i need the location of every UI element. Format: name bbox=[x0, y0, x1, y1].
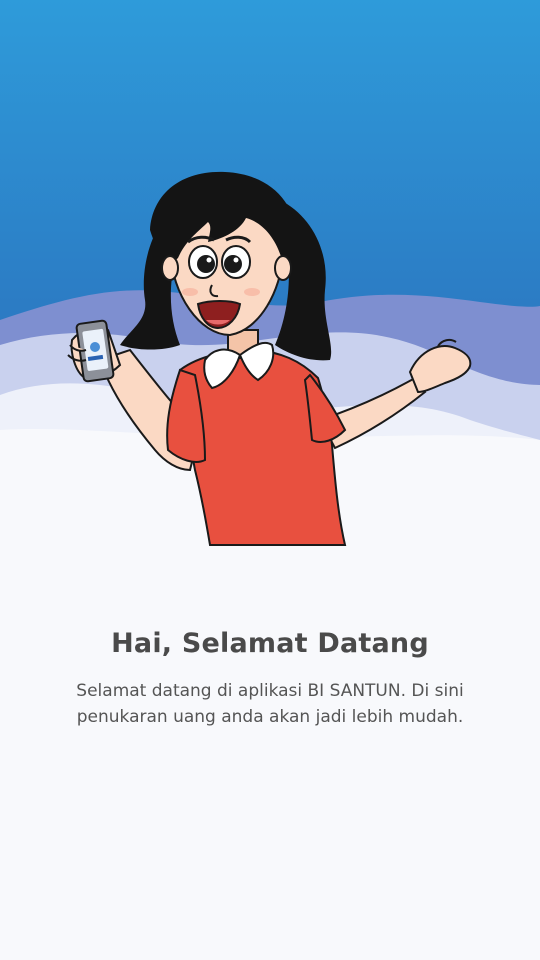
welcome-title: Hai, Selamat Datang bbox=[111, 628, 429, 659]
hero-illustration bbox=[0, 0, 540, 560]
onboarding-screen: Hai, Selamat Datang Selamat datang di ap… bbox=[0, 0, 540, 960]
welcome-description: Selamat datang di aplikasi BI SANTUN. Di… bbox=[76, 681, 464, 727]
